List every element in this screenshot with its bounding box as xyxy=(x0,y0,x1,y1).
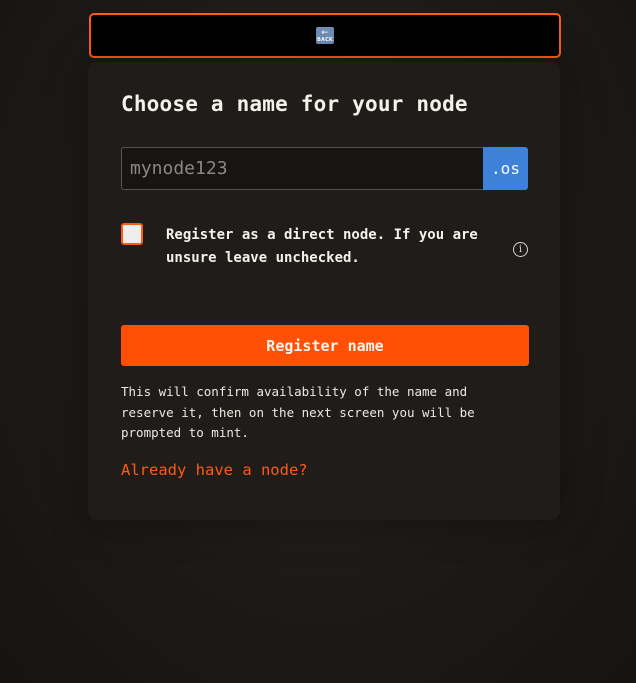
info-icon[interactable]: i xyxy=(513,242,528,257)
register-name-button[interactable]: Register name xyxy=(121,325,529,366)
direct-node-label: Register as a direct node. If you are un… xyxy=(166,227,478,266)
register-note: This will confirm availability of the na… xyxy=(121,384,475,440)
domain-suffix: .os xyxy=(483,147,528,190)
back-arrow-icon: ← BACK xyxy=(316,27,334,44)
register-panel xyxy=(88,62,560,520)
node-name-field: .os xyxy=(121,147,528,190)
back-button[interactable]: ← BACK xyxy=(89,13,561,58)
back-icon-word: BACK xyxy=(316,37,334,43)
page-title: Choose a name for your node xyxy=(121,92,468,116)
node-name-input[interactable] xyxy=(121,147,483,190)
direct-node-checkbox[interactable] xyxy=(121,223,143,245)
back-icon-arrow: ← xyxy=(321,28,329,38)
already-have-node-link[interactable]: Already have a node? xyxy=(121,461,308,479)
